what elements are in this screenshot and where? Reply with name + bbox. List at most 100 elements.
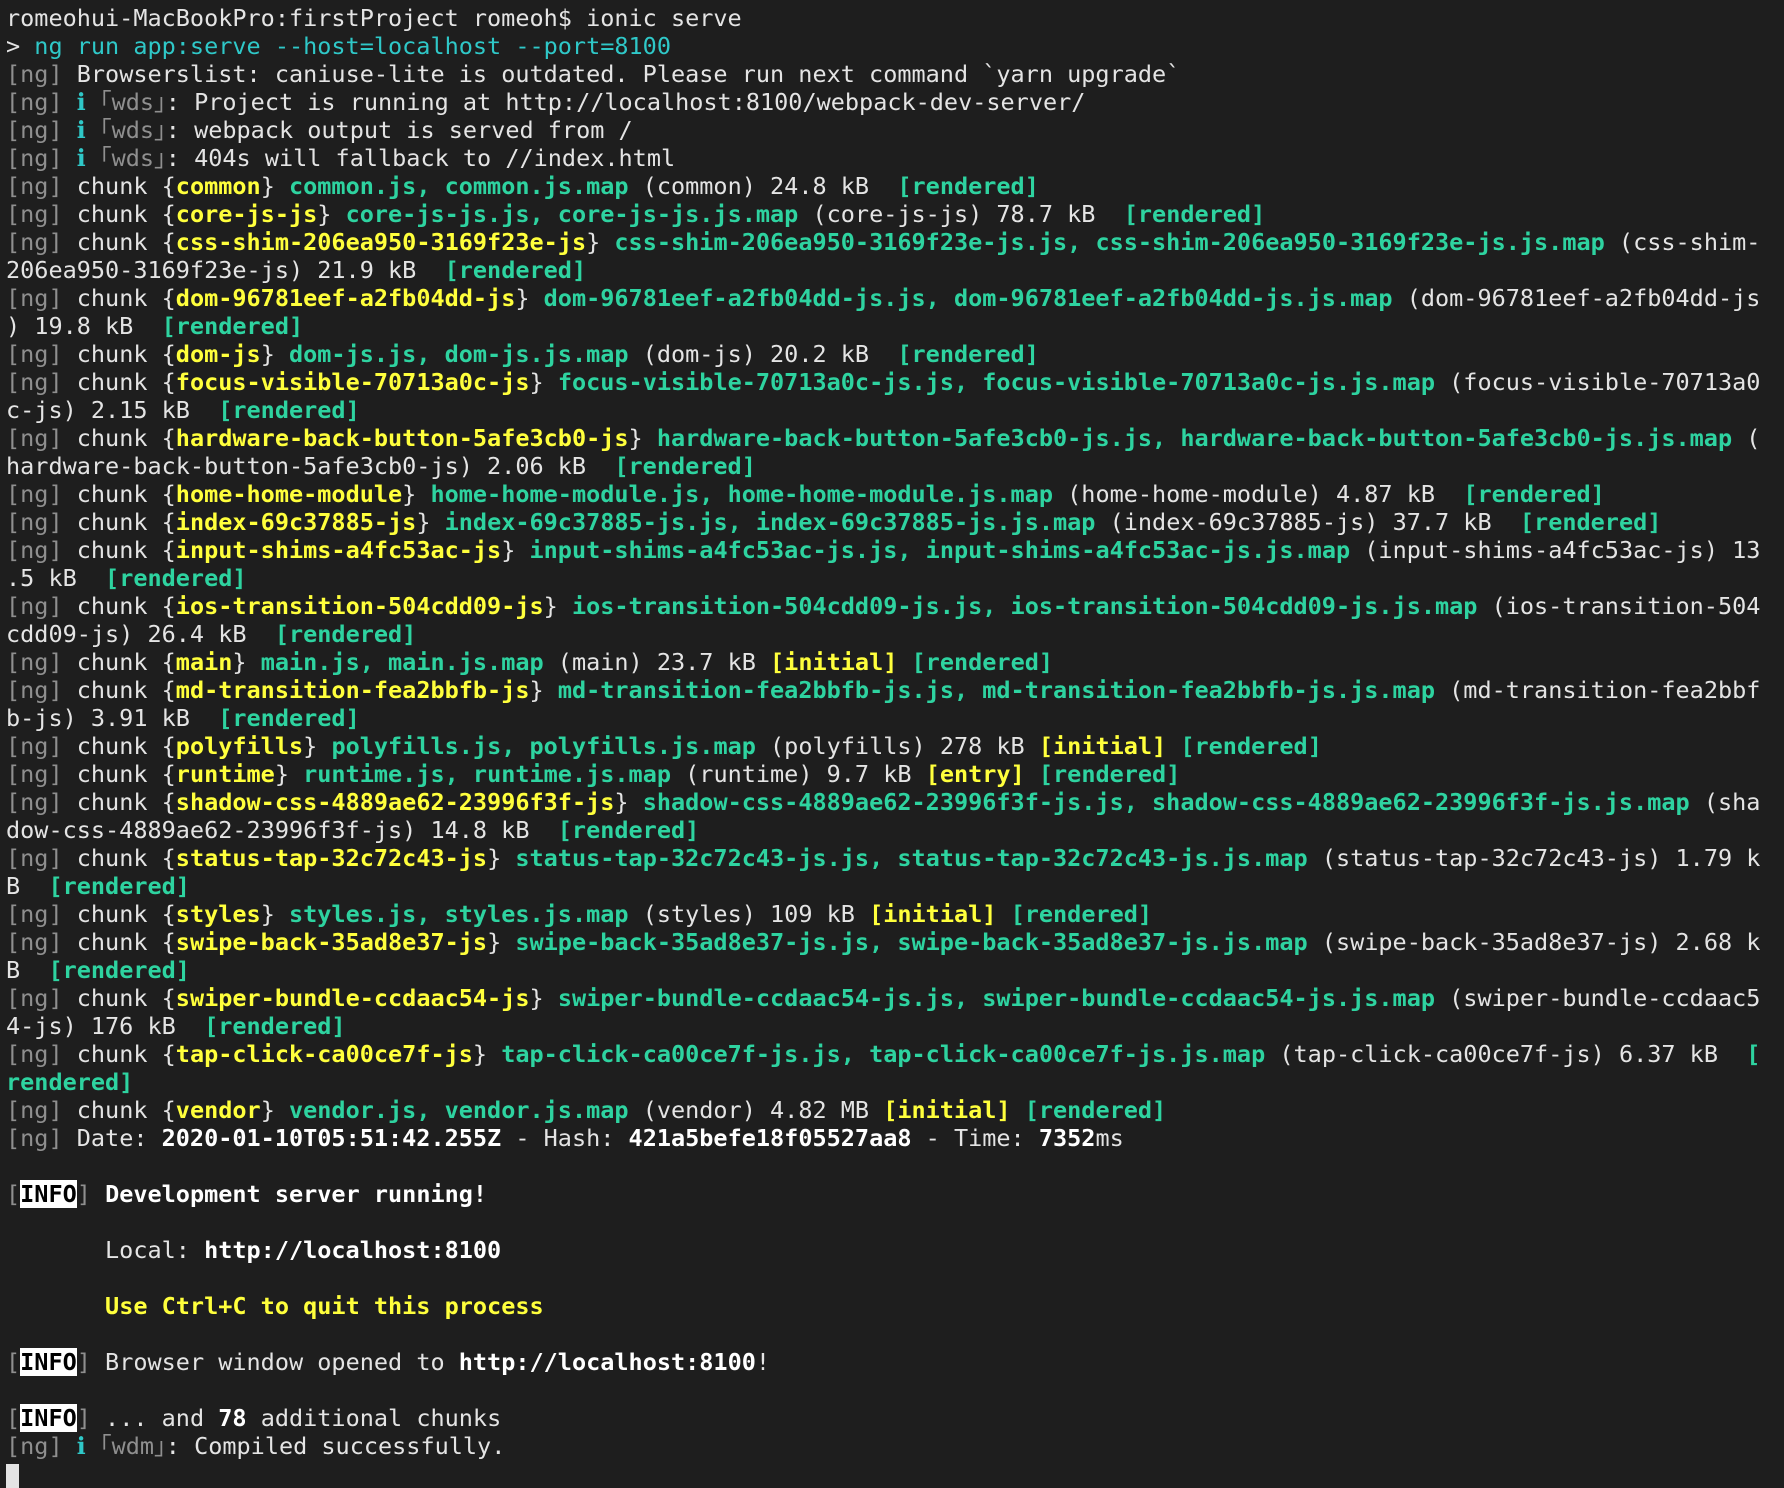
terminal-line: > ng run app:serve --host=localhost --po… (6, 32, 1778, 60)
line-segment: chunk { (76, 900, 176, 928)
line-segment: ℹ (76, 88, 100, 116)
terminal-line: [ng] chunk {vendor} vendor.js, vendor.js… (6, 1096, 1778, 1124)
line-segment: chunk { (76, 732, 176, 760)
terminal-line: ) 19.8 kB [rendered] (6, 312, 1778, 340)
line-segment: (swiper-bundle-ccdaac5 (1435, 984, 1761, 1012)
line-segment: dom-96781eef-a2fb04dd-js (175, 284, 516, 312)
line-segment: [rendered] (105, 564, 247, 592)
line-segment (897, 648, 911, 676)
line-segment: } (416, 508, 445, 536)
line-segment: 78 (218, 1404, 247, 1432)
line-segment: main (175, 648, 233, 676)
line-segment: md-transition-fea2bbfb-js (175, 676, 530, 704)
line-segment: > (6, 32, 35, 60)
line-segment: status-tap-32c72c43-js.js, status-tap-32… (515, 844, 1308, 872)
line-segment: [rendered] (1010, 900, 1153, 928)
line-segment: chunk { (76, 760, 176, 788)
terminal-line: [ng] chunk {ios-transition-504cdd09-js} … (6, 592, 1778, 620)
line-segment: dom-js (175, 340, 261, 368)
line-segment: : webpack output is served from / (165, 116, 633, 144)
line-segment: (common) 24.8 kB (628, 172, 898, 200)
terminal-line: rendered] (6, 1068, 1778, 1096)
line-segment: [ng] (6, 228, 77, 256)
terminal-line: [ng] chunk {dom-96781eef-a2fb04dd-js} do… (6, 284, 1778, 312)
line-segment: } (529, 676, 558, 704)
line-segment: ] (76, 1404, 91, 1432)
terminal-window[interactable]: romeohui-MacBookPro:firstProject romeoh$… (0, 0, 1784, 1488)
line-segment: [ng] (6, 88, 77, 116)
line-segment: ｢wds｣ (99, 88, 166, 116)
line-segment: [ (6, 1404, 21, 1432)
line-segment: input-shims-a4fc53ac-js.js, input-shims-… (529, 536, 1351, 564)
terminal-line: [ng] chunk {focus-visible-70713a0c-js} f… (6, 368, 1778, 396)
line-segment: [ng] (6, 592, 77, 620)
terminal-line: dow-css-4889ae62-23996f3f-js) 14.8 kB [r… (6, 816, 1778, 844)
line-segment: runtime (175, 760, 275, 788)
line-segment: [initial] (869, 900, 997, 928)
line-segment (1025, 760, 1039, 788)
line-segment: [entry] (925, 760, 1025, 788)
line-segment: [rendered] (48, 872, 190, 900)
line-segment: tap-click-ca00ce7f-js (175, 1040, 473, 1068)
terminal-line: cdd09-js) 26.4 kB [rendered] (6, 620, 1778, 648)
line-segment: [rendered] (1180, 732, 1322, 760)
line-segment: ng run app:serve --host=localhost --port… (34, 32, 671, 60)
line-segment: chunk { (76, 340, 176, 368)
line-segment: (polyfills) 278 kB (755, 732, 1039, 760)
line-segment: vendor.js, vendor.js.map (288, 1096, 629, 1124)
line-segment: } (515, 284, 544, 312)
terminal-line: B [rendered] (6, 872, 1778, 900)
line-segment: chunk { (76, 368, 176, 396)
line-segment (6, 1292, 105, 1320)
line-segment: runtime.js, runtime.js.map (303, 760, 671, 788)
line-segment: [rendered] (161, 312, 304, 340)
line-segment: (focus-visible-70713a0 (1435, 368, 1761, 396)
line-segment: focus-visible-70713a0c-js.js, focus-visi… (557, 368, 1436, 396)
line-segment: chunk { (76, 228, 176, 256)
line-segment: [ng] (6, 788, 77, 816)
line-segment: chunk { (76, 536, 176, 564)
line-segment: rendered] (6, 1068, 134, 1096)
info-badge: INFO (20, 1180, 77, 1208)
line-segment: ｢wds｣ (99, 116, 166, 144)
line-segment: Browser window opened to (90, 1348, 459, 1376)
line-segment: (styles) 109 kB (628, 900, 870, 928)
line-segment: } (402, 480, 431, 508)
terminal-line: [ng] chunk {tap-click-ca00ce7f-js} tap-c… (6, 1040, 1778, 1068)
line-segment: : 404s will fallback to //index.html (165, 144, 676, 172)
line-segment: (md-transition-fea2bbf (1435, 676, 1761, 704)
line-segment: } (232, 648, 261, 676)
line-segment: ℹ (76, 1432, 100, 1460)
line-segment: [ng] (6, 536, 77, 564)
line-segment: } (628, 424, 657, 452)
line-segment: [ng] (6, 508, 77, 536)
line-segment: } (586, 228, 615, 256)
line-segment: hardware-back-button-5afe3cb0-js (175, 424, 629, 452)
line-segment: polyfills.js, polyfills.js.map (331, 732, 756, 760)
line-segment: } (529, 368, 558, 396)
line-segment: [ng] (6, 284, 77, 312)
line-segment: common (175, 172, 261, 200)
line-segment: [ng] (6, 1432, 77, 1460)
terminal-line: romeohui-MacBookPro:firstProject romeoh$… (6, 4, 1778, 32)
line-segment: (core-js-js) 78.7 kB (798, 200, 1124, 228)
line-segment: home-home-module.js, home-home-module.js… (430, 480, 1053, 508)
line-segment: Date: (76, 1124, 162, 1152)
line-segment: input-shims-a4fc53ac-js (175, 536, 502, 564)
terminal-line: [ng] chunk {css-shim-206ea950-3169f23e-j… (6, 228, 1778, 256)
line-segment: css-shim-206ea950-3169f23e-js (175, 228, 587, 256)
line-segment (996, 900, 1010, 928)
line-segment: [rendered] (1038, 760, 1181, 788)
line-segment: chunk { (76, 592, 176, 620)
line-segment (91, 1180, 105, 1208)
line-segment: Use Ctrl+C to quit this process (105, 1292, 544, 1320)
terminal-line: [ng] chunk {styles} styles.js, styles.js… (6, 900, 1778, 928)
terminal-line: c-js) 2.15 kB [rendered] (6, 396, 1778, 424)
line-segment: romeohui-MacBookPro:firstProject romeoh$… (6, 4, 742, 32)
line-segment: [ng] (6, 144, 77, 172)
line-segment: (main) 23.7 kB (543, 648, 771, 676)
line-segment: ) 19.8 kB (6, 312, 162, 340)
line-segment: [ng] (6, 1124, 77, 1152)
line-segment: [ng] (6, 368, 77, 396)
